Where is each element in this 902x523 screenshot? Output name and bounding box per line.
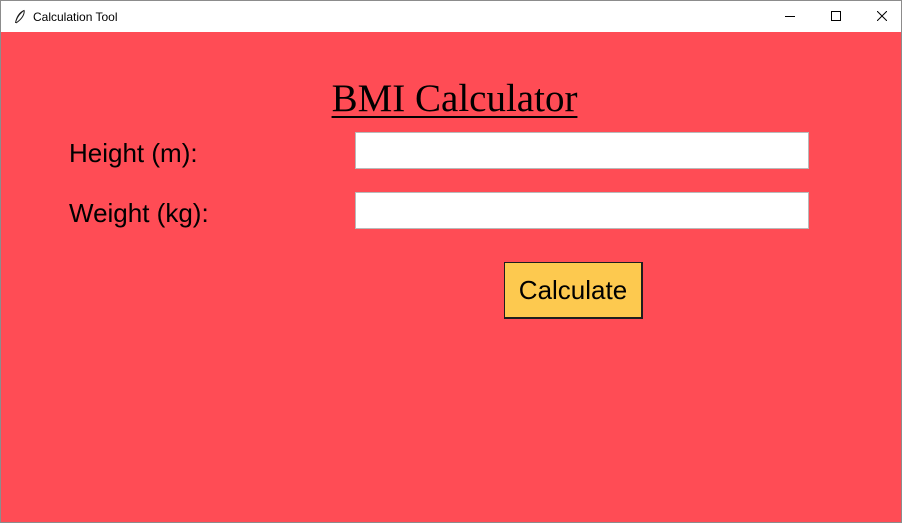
maximize-icon <box>831 8 841 26</box>
minimize-button[interactable] <box>767 1 813 32</box>
window-title: Calculation Tool <box>33 10 118 24</box>
page-title: BMI Calculator <box>331 77 578 120</box>
close-icon <box>876 8 888 26</box>
weight-input[interactable] <box>355 192 809 229</box>
minimize-icon <box>785 8 795 26</box>
height-label: Height (m): <box>69 138 198 168</box>
height-input[interactable] <box>355 132 809 169</box>
weight-label: Weight (kg): <box>69 198 209 228</box>
bmi-form-panel: BMI Calculator Height (m): Weight (kg): … <box>1 32 901 522</box>
maximize-button[interactable] <box>813 1 859 32</box>
calculate-button[interactable]: Calculate <box>504 262 643 319</box>
feather-icon <box>13 9 27 25</box>
title-bar[interactable]: Calculation Tool <box>1 1 901 32</box>
close-button[interactable] <box>859 1 902 32</box>
app-window: Calculation Tool BMI Calculator Height (… <box>0 0 902 523</box>
